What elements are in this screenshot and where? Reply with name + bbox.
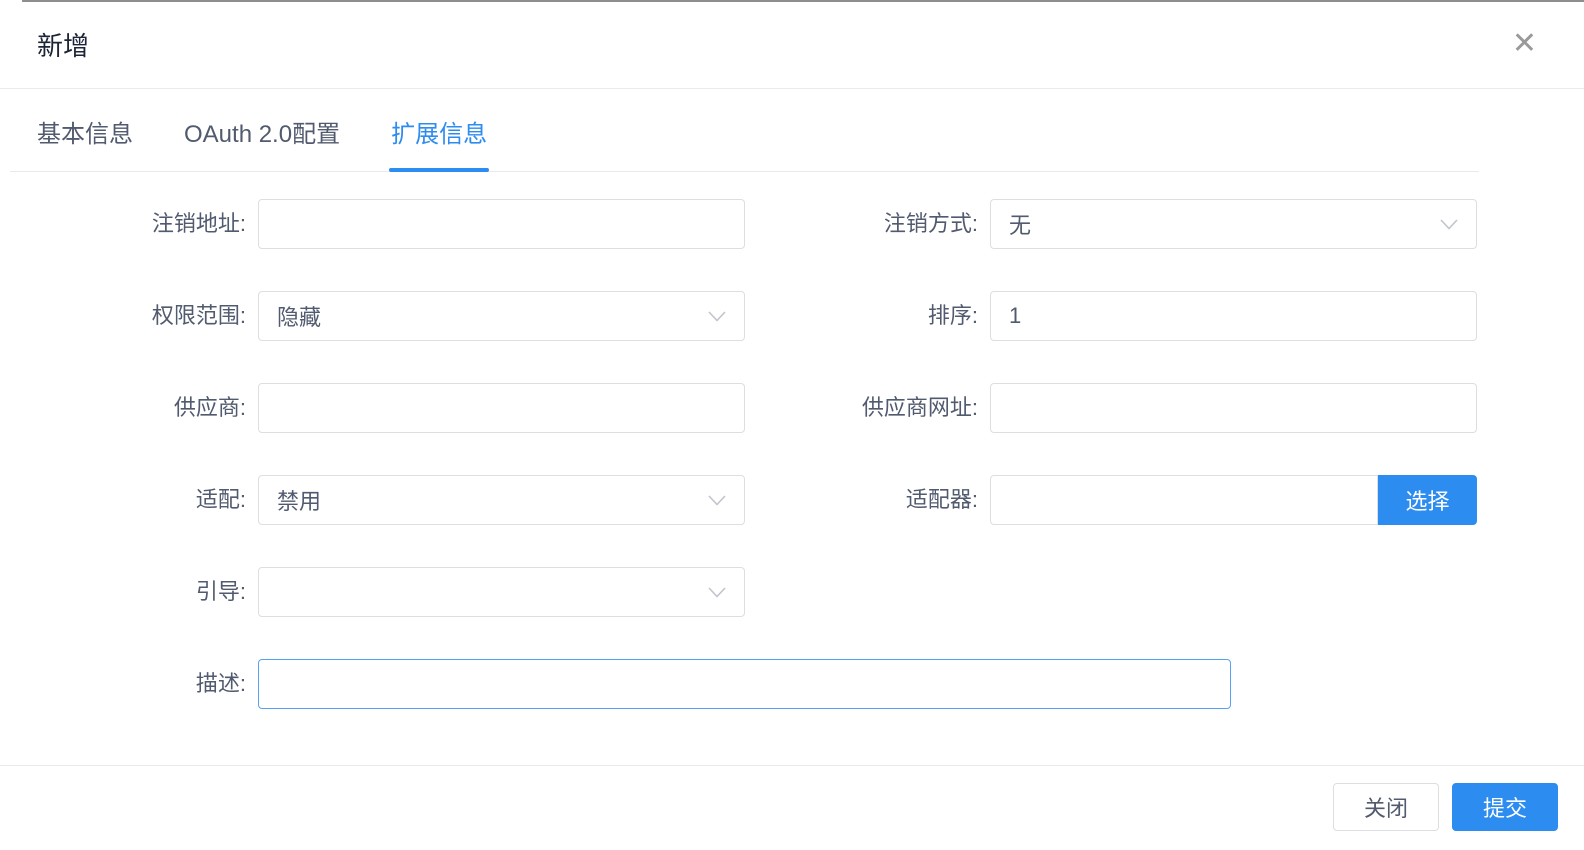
chevron-down-icon xyxy=(708,495,726,506)
description-label: 描述: xyxy=(0,659,246,709)
dialog-header: 新增 ✕ xyxy=(0,0,1584,89)
vendor-input[interactable] xyxy=(258,383,745,433)
adapt-select[interactable]: 禁用 xyxy=(258,475,745,525)
logout-method-label: 注销方式: xyxy=(745,199,978,249)
form-row-5: 引导: xyxy=(0,567,1584,617)
window-edge xyxy=(22,0,1584,2)
dialog-footer: 关闭 提交 xyxy=(0,765,1584,850)
logout-url-label: 注销地址: xyxy=(0,199,246,249)
sort-label: 排序: xyxy=(745,291,978,341)
vendor-url-label: 供应商网址: xyxy=(745,383,978,433)
vendor-label: 供应商: xyxy=(0,383,246,433)
chevron-down-icon xyxy=(708,587,726,598)
chevron-down-icon xyxy=(708,311,726,322)
tab-extended-info[interactable]: 扩展信息 xyxy=(391,114,487,171)
logout-url-input[interactable] xyxy=(258,199,745,249)
form-row-4: 适配: 禁用 适配器: 选择 xyxy=(0,475,1584,525)
logout-method-value: 无 xyxy=(1009,208,1031,240)
guide-select[interactable] xyxy=(258,567,745,617)
adapter-select-button[interactable]: 选择 xyxy=(1378,475,1477,525)
description-input[interactable] xyxy=(258,659,1231,709)
tab-basic-info[interactable]: 基本信息 xyxy=(37,114,133,171)
close-button[interactable]: 关闭 xyxy=(1333,783,1439,831)
extended-info-form: 注销地址: 注销方式: 无 权限范围: 隐藏 排序: 供应商: xyxy=(0,172,1584,709)
tab-oauth-config[interactable]: OAuth 2.0配置 xyxy=(184,114,340,171)
logout-method-select[interactable]: 无 xyxy=(990,199,1477,249)
form-row-1: 注销地址: 注销方式: 无 xyxy=(0,199,1584,249)
scope-label: 权限范围: xyxy=(0,291,246,341)
adapter-input[interactable] xyxy=(990,475,1378,525)
sort-input[interactable] xyxy=(990,291,1477,341)
adapter-input-group: 选择 xyxy=(990,475,1477,525)
dialog-title: 新增 xyxy=(37,26,89,63)
guide-label: 引导: xyxy=(0,567,246,617)
adapter-label: 适配器: xyxy=(745,475,978,525)
adapt-value: 禁用 xyxy=(277,484,321,516)
scope-value: 隐藏 xyxy=(277,300,321,332)
chevron-down-icon xyxy=(1440,219,1458,230)
scope-select[interactable]: 隐藏 xyxy=(258,291,745,341)
submit-button[interactable]: 提交 xyxy=(1452,783,1558,831)
form-row-3: 供应商: 供应商网址: xyxy=(0,383,1584,433)
vendor-url-input[interactable] xyxy=(990,383,1477,433)
form-row-2: 权限范围: 隐藏 排序: xyxy=(0,291,1584,341)
tab-bar: 基本信息 OAuth 2.0配置 扩展信息 xyxy=(10,89,1479,172)
form-row-6: 描述: xyxy=(0,659,1584,709)
add-dialog: 新增 ✕ 基本信息 OAuth 2.0配置 扩展信息 注销地址: 注销方式: 无… xyxy=(0,0,1584,850)
close-icon[interactable]: ✕ xyxy=(1512,29,1537,59)
adapt-label: 适配: xyxy=(0,475,246,525)
